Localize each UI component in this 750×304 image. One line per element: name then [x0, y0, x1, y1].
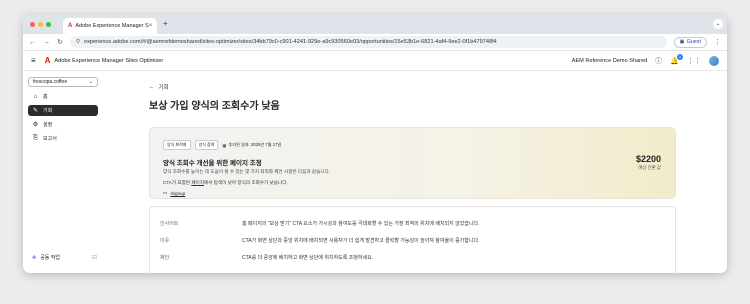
opportunities-icon: ✎ — [32, 108, 39, 114]
projected-label: 예상 전환 값 — [638, 165, 661, 170]
forward-arrow-icon[interactable]: → — [43, 39, 50, 46]
details-panel: 인사이트 홈 페이지의 "보상 받기" CTA 요소가 가시성과 참여도를 극대… — [149, 206, 676, 273]
detail-row-insight: 인사이트 홈 페이지의 "보상 받기" CTA 요소가 가시성과 참여도를 극대… — [160, 215, 665, 232]
close-window-button[interactable] — [30, 22, 35, 27]
browser-toolbar: ← → ↻ ⚲ experience.adobe.com/#/@aemrefde… — [23, 34, 727, 51]
added-date-text: 추가된 일자: 2025년 7월 17일 — [228, 142, 282, 147]
page-link[interactable]: 페이지 — [191, 180, 204, 185]
home-icon: ⌂ — [33, 93, 38, 100]
browser-window: A Adobe Experience Manager S × + ⌄ ← → ↻… — [23, 15, 727, 273]
signup-link[interactable]: ▭ /signup — [163, 190, 662, 196]
sidebar-item-settings[interactable]: ⚙ 설정 — [28, 119, 98, 130]
collaboration-label: 공동 작업 — [40, 255, 60, 261]
gear-icon: ⚙ — [32, 122, 39, 128]
help-icon[interactable]: ⓘ — [655, 56, 662, 66]
notification-icon[interactable]: 🔔 1 — [670, 53, 683, 65]
back-arrow-icon: ← — [149, 84, 155, 90]
site-info-icon[interactable]: ⚲ — [76, 39, 80, 45]
avatar[interactable] — [709, 55, 719, 66]
new-tab-button[interactable]: + — [163, 19, 168, 28]
site-select-value: frescopa.coffee — [33, 79, 68, 85]
url-text: experience.adobe.com/#/@aemrefdemoshared… — [83, 39, 497, 45]
profile-icon: ▣ — [679, 39, 685, 45]
collaboration-icon: ✤ — [32, 254, 37, 261]
address-bar[interactable]: ⚲ experience.adobe.com/#/@aemrefdemoshar… — [69, 36, 667, 48]
collaboration-button[interactable]: ✤ 공동 작업 ⊟ — [32, 254, 97, 262]
page-icon: ▭ — [163, 190, 168, 195]
reports-icon: ⎘ — [33, 135, 38, 141]
back-label: 기회 — [158, 85, 169, 91]
calendar-icon: ▦ — [222, 142, 227, 148]
minimize-window-button[interactable] — [38, 22, 43, 27]
projected-amount: $2200 — [635, 154, 661, 164]
detail-value: 홈 페이지의 "보상 받기" CTA 요소가 가시성과 참여도를 극대화할 수 … — [242, 221, 480, 227]
detail-value: CTA를 더 중앙에 배치하고 화면 상단에 위치하도록 조정하세요. — [242, 255, 374, 261]
sidebar-item-label: 기회 — [43, 108, 53, 114]
sidebar-item-home[interactable]: ⌂ 홈 — [28, 91, 98, 102]
opportunity-card: 양식 최적화 양식 참여 ▦ 추가된 일자: 2025년 7월 17일 양식 조… — [149, 127, 676, 199]
menu-icon[interactable]: ≡ — [31, 56, 36, 65]
tag-form-optimization: 양식 최적화 — [163, 140, 191, 150]
card-title: 양식 조회수 개선을 위한 페이지 조정 — [163, 160, 262, 167]
adobe-favicon-icon: A — [68, 23, 73, 29]
sidebar-item-reports[interactable]: ⎘ 보고서 — [28, 133, 98, 144]
sidebar-item-opportunities[interactable]: ✎ 기회 — [28, 105, 98, 116]
tab-bar: A Adobe Experience Manager S × + ⌄ — [23, 15, 727, 34]
detail-key: 인사이트 — [160, 221, 179, 227]
tab-close-icon[interactable]: × — [149, 23, 153, 29]
back-link[interactable]: ← 기회 — [149, 83, 727, 91]
tag-form-engagement: 양식 참여 — [194, 140, 219, 150]
tab-title: Adobe Experience Manager S — [75, 23, 149, 29]
org-switcher[interactable]: AEM Reference Demo Shared — [572, 58, 648, 64]
profile-label: Guest — [686, 39, 701, 45]
page-title: 보상 가입 양식의 조회수가 낮음 — [149, 101, 280, 112]
detail-value: CTA가 화면 상단과 중앙 위치에 배치되면 사용자가 더 쉽게 발견하고 클… — [242, 238, 480, 244]
sidebar: frescopa.coffee ⌄ ⌂ 홈 ✎ 기회 ⚙ 설정 ⎘ 보고서 ✤ … — [23, 71, 103, 273]
detail-row-suggestion: 제안 CTA를 더 중앙에 배치하고 화면 상단에 위치하도록 조정하세요. — [160, 249, 665, 266]
sidebar-item-label: 설정 — [43, 122, 53, 128]
profile-button[interactable]: ▣ Guest — [673, 36, 707, 48]
adobe-logo-icon: A — [44, 56, 51, 65]
card-line-before: CTA가 포함된 — [163, 180, 192, 185]
collapse-panel-icon[interactable]: ⊟ — [92, 254, 97, 261]
apps-grid-icon[interactable]: ⋮⋮ — [687, 57, 701, 65]
sidebar-item-label: 보고서 — [43, 136, 57, 142]
chevron-down-icon: ⌄ — [88, 79, 93, 85]
detail-row-reason: 이유 CTA가 화면 상단과 중앙 위치에 배치되면 사용자가 더 쉽게 발견하… — [160, 232, 665, 249]
main-content: ← 기회 보상 가입 양식의 조회수가 낮음 양식 최적화 양식 참여 ▦ 추가… — [103, 71, 727, 273]
tab-search-icon[interactable]: ⌄ — [713, 19, 723, 29]
reload-icon[interactable]: ↻ — [57, 38, 63, 46]
site-select[interactable]: frescopa.coffee ⌄ — [28, 77, 98, 87]
card-line-after: 에서 탐색이 낮아 양식의 조회수가 낮습니다. — [204, 180, 288, 185]
card-detail-line: CTA가 포함된 페이지에서 탐색이 낮아 양식의 조회수가 낮습니다. — [163, 180, 662, 186]
back-arrow-icon[interactable]: ← — [29, 39, 36, 46]
added-date: ▦ 추가된 일자: 2025년 7월 17일 — [222, 142, 281, 148]
signup-path: /signup — [170, 190, 186, 196]
card-description: 양식 조회수를 높이는 데 도움이 될 수 있는 몇 가지 최적화 제안 사항은… — [163, 169, 331, 174]
browser-tab[interactable]: A Adobe Experience Manager S × — [63, 18, 157, 34]
detail-key: 제안 — [160, 255, 170, 261]
projected-value: $2200 예상 전환 값 — [636, 154, 661, 171]
maximize-window-button[interactable] — [46, 22, 51, 27]
detail-key: 이유 — [160, 238, 170, 244]
app-title: Adobe Experience Manager Sites Optimizer — [54, 57, 164, 64]
sidebar-item-label: 홈 — [43, 94, 48, 100]
app-header: ≡ A Adobe Experience Manager Sites Optim… — [23, 51, 727, 71]
notification-badge: 1 — [677, 53, 683, 60]
browser-menu-icon[interactable]: ⋮ — [714, 38, 721, 46]
